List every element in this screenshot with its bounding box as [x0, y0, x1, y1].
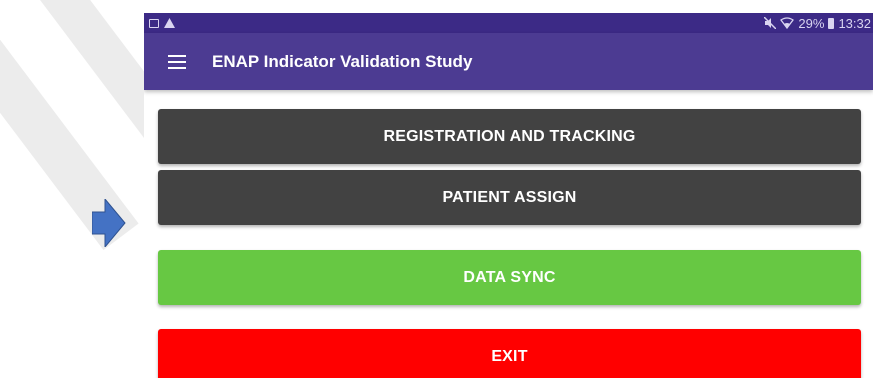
annotation-arrow-icon [92, 199, 126, 247]
warning-icon [164, 18, 175, 28]
app-bar: ENAP Indicator Validation Study [144, 33, 873, 90]
status-bar: 29% 13:32 [144, 13, 873, 33]
battery-icon [828, 17, 835, 29]
app-title: ENAP Indicator Validation Study [212, 51, 473, 71]
menu-icon[interactable] [168, 54, 186, 69]
image-icon [149, 18, 159, 28]
battery-percent: 29% [798, 15, 825, 31]
registration-and-tracking-button[interactable]: REGISTRATION AND TRACKING [158, 109, 861, 164]
exit-button[interactable]: EXIT [158, 329, 861, 378]
data-sync-button[interactable]: DATA SYNC [158, 250, 861, 305]
phone-screen: 29% 13:32 ENAP Indicator Validation Stud… [144, 13, 873, 378]
clock: 13:32 [838, 15, 871, 31]
patient-assign-button[interactable]: PATIENT ASSIGN [158, 170, 861, 225]
mute-icon [764, 17, 777, 29]
wifi-icon [780, 17, 795, 29]
